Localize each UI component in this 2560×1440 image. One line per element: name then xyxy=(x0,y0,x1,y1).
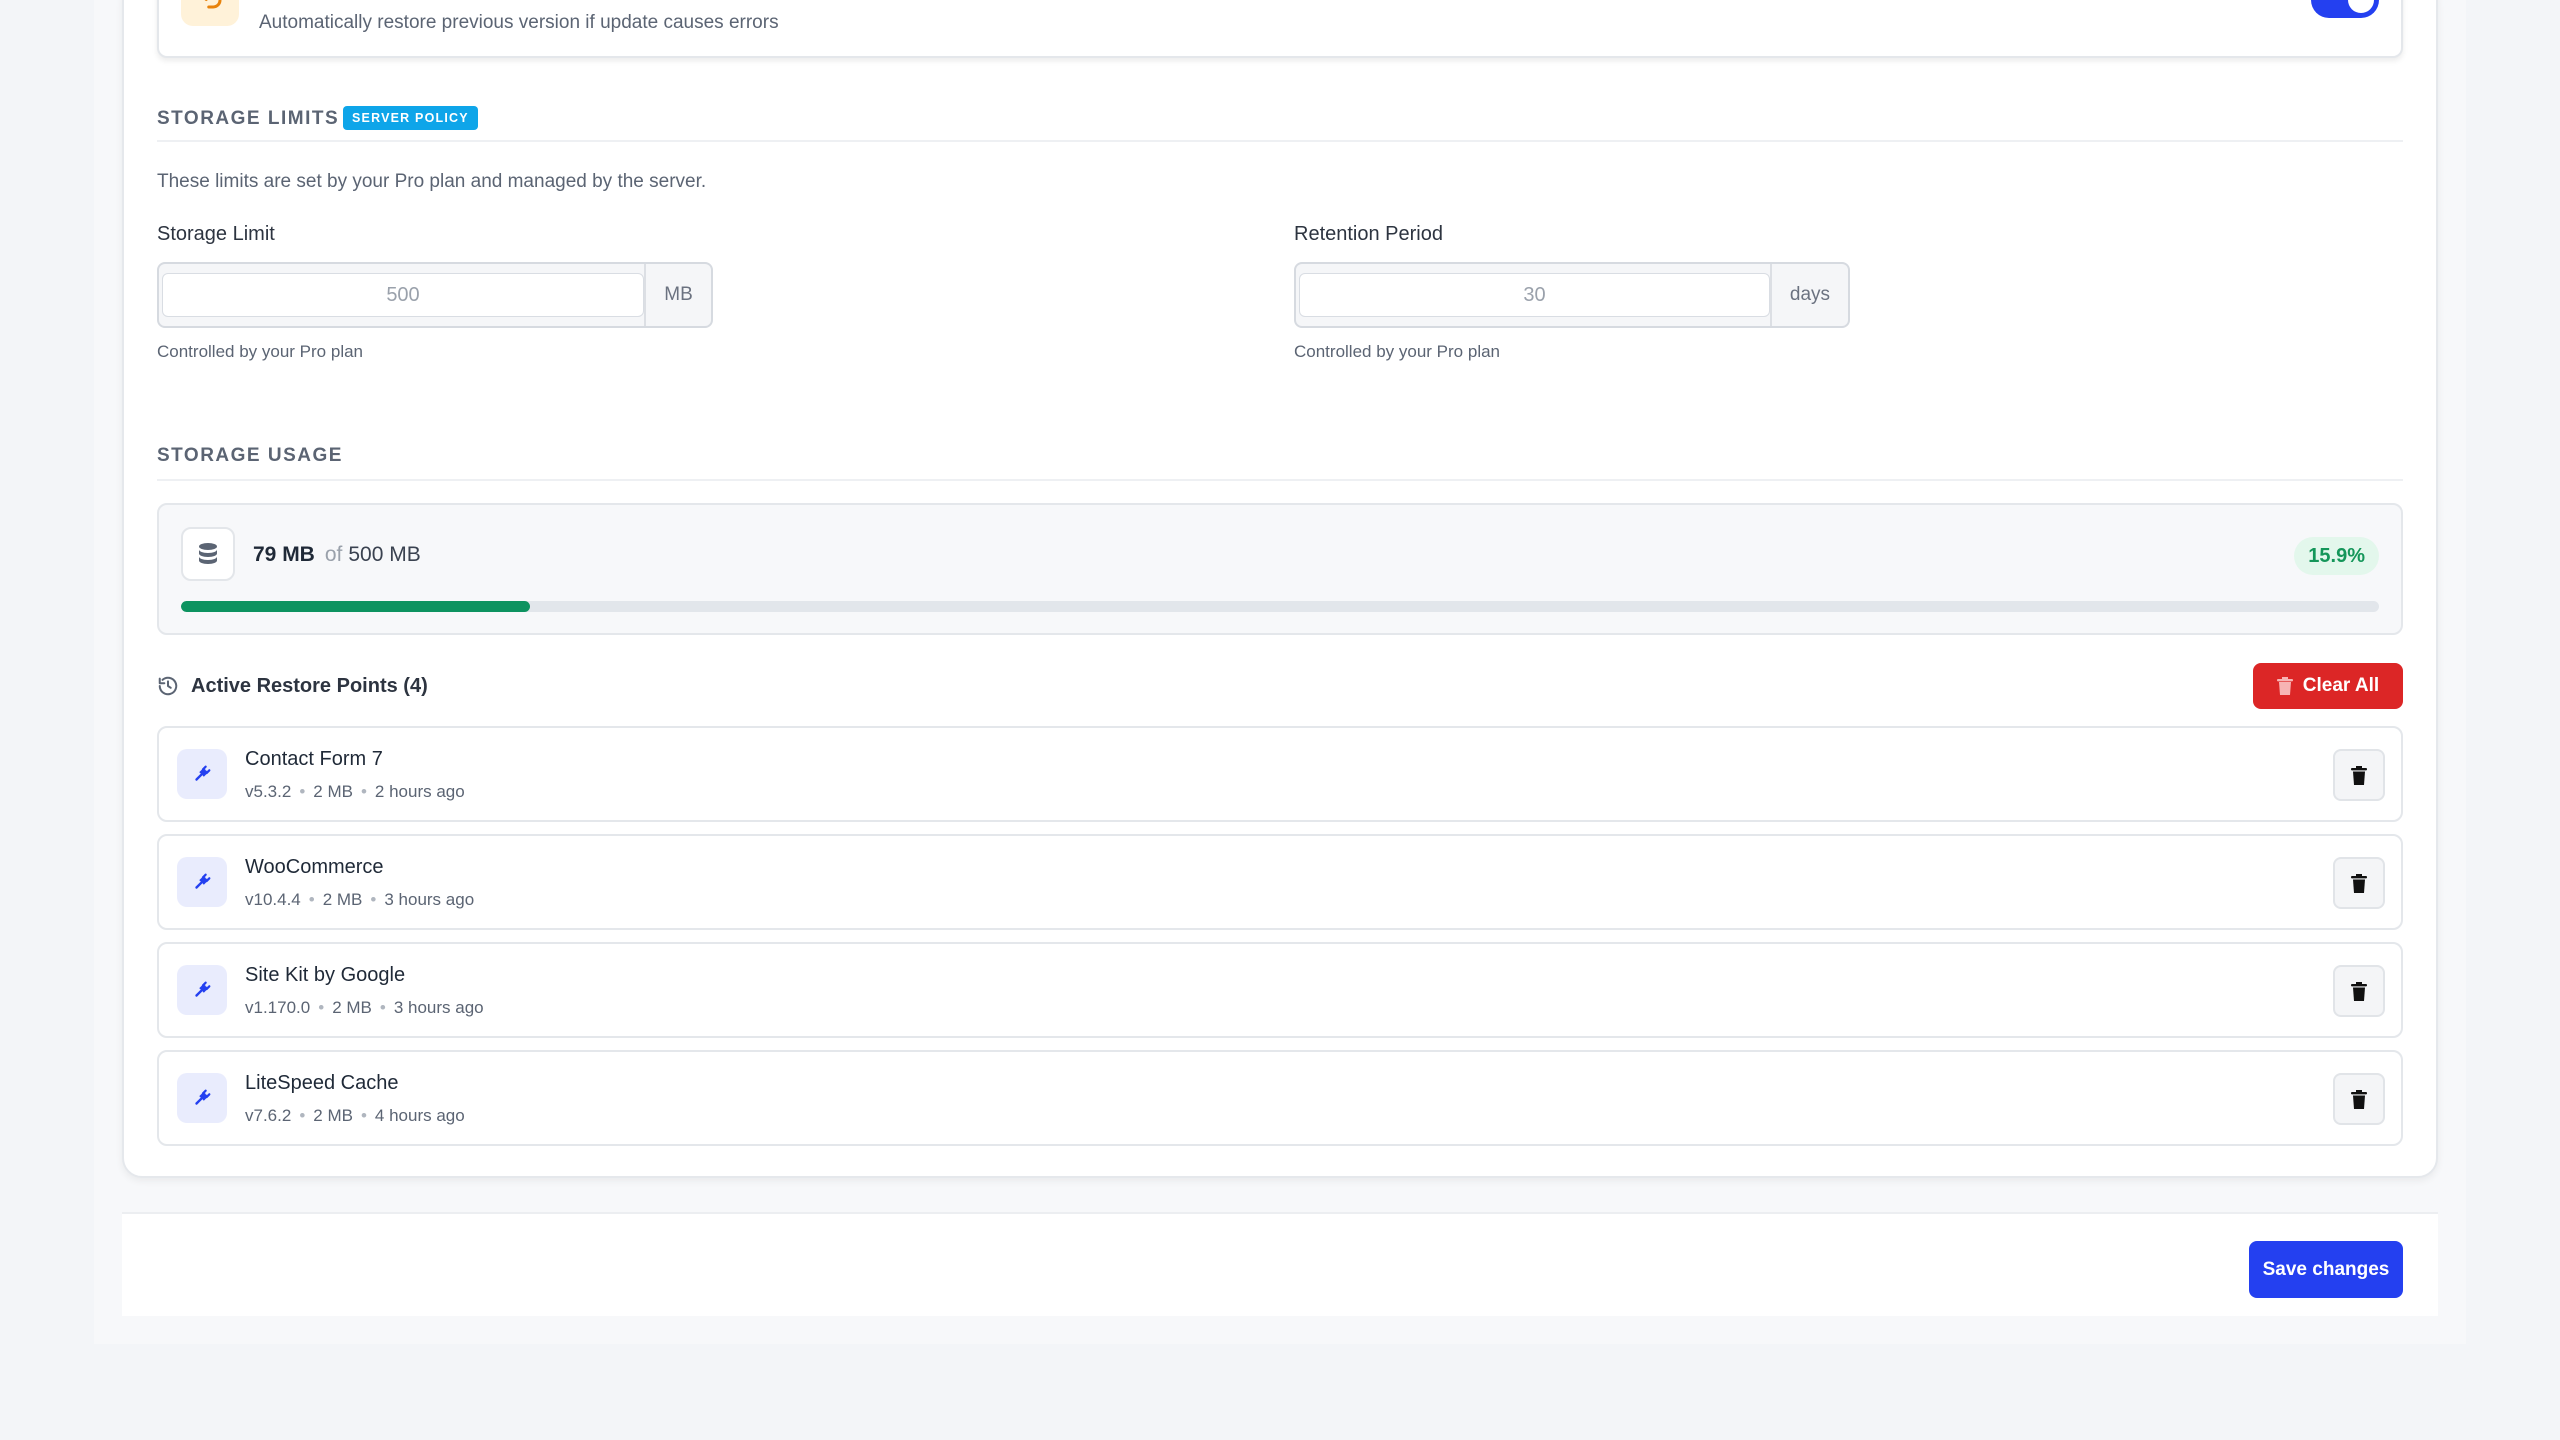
restore-point-size: 2 MB xyxy=(332,998,372,1017)
separator-dot: • xyxy=(370,890,377,909)
trash-icon xyxy=(2351,765,2367,785)
storage-limit-field: 500 MB xyxy=(157,262,713,328)
restore-point-size: 2 MB xyxy=(313,1106,353,1125)
restore-point-item: LiteSpeed Cache v7.6.2 • 2 MB • 4 hours ago xyxy=(157,1050,2403,1146)
storage-total: 500 MB xyxy=(348,543,421,566)
section-title: STORAGE USAGE xyxy=(157,445,343,466)
storage-progress-fill xyxy=(181,601,531,612)
plugin-icon xyxy=(177,857,227,907)
save-changes-button[interactable]: Save changes xyxy=(2249,1241,2403,1298)
separator-dot: • xyxy=(360,782,367,801)
storage-usage-box: 79 MB of 500 MB 15.9% xyxy=(157,503,2403,635)
retention-period-field: 30 days xyxy=(1294,262,1850,328)
storage-usage-header: STORAGE USAGE xyxy=(157,437,2403,481)
plugin-icon xyxy=(177,965,227,1015)
restore-point-item: Site Kit by Google v1.170.0 • 2 MB • 3 hours… xyxy=(157,942,2403,1038)
clear-all-label: Clear All xyxy=(2302,675,2380,696)
restore-point-version: v10.4.4 xyxy=(245,890,301,909)
trash-icon xyxy=(2351,873,2367,893)
restore-point-version: v1.170.0 xyxy=(245,998,311,1017)
plugin-icon xyxy=(177,1073,227,1123)
restore-point-version: v5.3.2 xyxy=(245,782,292,801)
server-policy-badge: SERVER POLICY xyxy=(343,106,478,130)
toggle-knob xyxy=(2348,0,2374,13)
restore-point-time: 4 hours ago xyxy=(374,1106,465,1125)
restore-point-meta: v10.4.4 • 2 MB • 3 hours ago xyxy=(245,890,474,910)
storage-limit-input[interactable]: 500 xyxy=(162,273,644,317)
restore-point-time: 3 hours ago xyxy=(384,890,475,909)
separator-dot: • xyxy=(299,1106,306,1125)
footer-bar: Save changes xyxy=(122,1212,2438,1316)
restore-point-name: WooCommerce xyxy=(245,856,384,878)
storage-used: 79 MB xyxy=(253,543,315,566)
undo-icon xyxy=(181,0,239,26)
separator-dot: • xyxy=(360,1106,367,1125)
restore-point-name: LiteSpeed Cache xyxy=(245,1072,399,1094)
storage-limit-unit: MB xyxy=(644,264,711,326)
storage-progress-track xyxy=(181,601,2379,612)
retention-period-label: Retention Period xyxy=(1294,223,1443,245)
storage-limit-hint: Controlled by your Pro plan xyxy=(157,342,364,361)
retention-period-unit: days xyxy=(1770,264,1848,326)
delete-restore-point-button[interactable] xyxy=(2333,965,2385,1017)
auto-rollback-card: Automatically restore previous version i… xyxy=(157,0,2403,58)
database-icon xyxy=(181,527,235,581)
restore-points-header: Active Restore Points (4) xyxy=(157,671,428,701)
restore-point-version: v7.6.2 xyxy=(245,1106,292,1125)
delete-restore-point-button[interactable] xyxy=(2333,857,2385,909)
auto-rollback-description: Automatically restore previous version i… xyxy=(259,12,779,33)
auto-rollback-toggle[interactable] xyxy=(2311,0,2379,18)
trash-icon xyxy=(2351,1089,2367,1109)
separator-dot: • xyxy=(299,782,306,801)
restore-point-name: Site Kit by Google xyxy=(245,964,406,986)
storage-percent-badge: 15.9% xyxy=(2294,537,2379,575)
restore-point-time: 3 hours ago xyxy=(393,998,484,1017)
trash-icon xyxy=(2276,677,2293,695)
storage-of: of xyxy=(324,543,343,566)
storage-limit-label: Storage Limit xyxy=(157,223,275,245)
restore-point-item: WooCommerce v10.4.4 • 2 MB • 3 hours ago xyxy=(157,834,2403,930)
restore-point-time: 2 hours ago xyxy=(374,782,465,801)
clear-all-button[interactable]: Clear All xyxy=(2253,663,2403,709)
storage-limits-description: These limits are set by your Pro plan an… xyxy=(157,171,707,192)
restore-point-size: 2 MB xyxy=(322,890,363,909)
restore-point-meta: v5.3.2 • 2 MB • 2 hours ago xyxy=(245,782,465,802)
restore-point-size: 2 MB xyxy=(313,782,353,801)
restore-points-title: Active Restore Points (4) xyxy=(191,674,428,697)
retention-period-input[interactable]: 30 xyxy=(1299,273,1770,317)
storage-usage-text: 79 MB of 500 MB xyxy=(253,543,421,567)
separator-dot: • xyxy=(308,890,315,909)
restore-point-meta: v7.6.2 • 2 MB • 4 hours ago xyxy=(245,1106,465,1126)
trash-icon xyxy=(2351,981,2367,1001)
separator-dot: • xyxy=(318,998,325,1017)
restore-point-item: Contact Form 7 v5.3.2 • 2 MB • 2 hours ago xyxy=(157,726,2403,822)
restore-point-meta: v1.170.0 • 2 MB • 3 hours ago xyxy=(245,998,484,1018)
separator-dot: • xyxy=(379,998,386,1017)
section-title: STORAGE LIMITS xyxy=(157,108,340,129)
history-icon xyxy=(157,675,179,697)
delete-restore-point-button[interactable] xyxy=(2333,749,2385,801)
plugin-icon xyxy=(177,749,227,799)
delete-restore-point-button[interactable] xyxy=(2333,1073,2385,1125)
storage-limits-header: STORAGE LIMITS SERVER POLICY xyxy=(157,100,2403,142)
restore-points-list: Contact Form 7 v5.3.2 • 2 MB • 2 hours ago W… xyxy=(157,726,2403,1158)
retention-period-hint: Controlled by your Pro plan xyxy=(1294,342,1501,361)
restore-point-name: Contact Form 7 xyxy=(245,748,383,770)
